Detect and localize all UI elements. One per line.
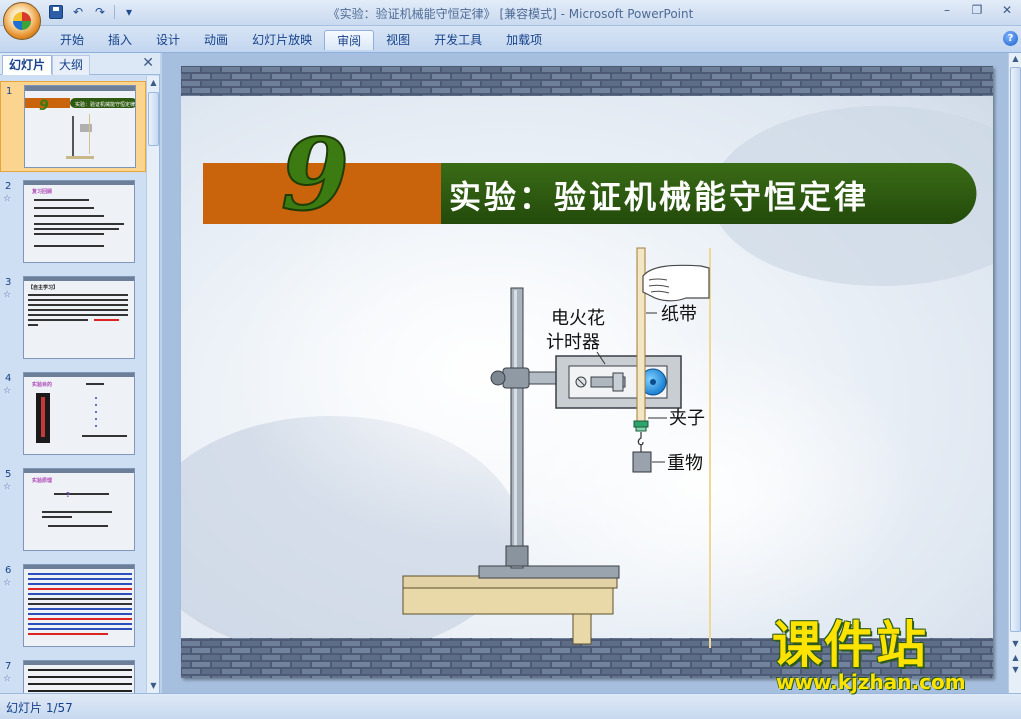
slide-thumbnail-6[interactable]: 6 ☆ xyxy=(0,561,146,652)
scroll-down-icon[interactable]: ▼ xyxy=(148,680,159,692)
slide-number: 4 xyxy=(5,373,12,384)
thumbnail-image: 9 实验：验证机械能守恒定律 xyxy=(24,85,136,168)
label-tape: 纸带 xyxy=(661,304,697,325)
slide-thumbnail-7[interactable]: 7 ☆ xyxy=(0,657,146,693)
close-pane-icon[interactable]: ✕ xyxy=(142,55,154,71)
slide-number: 6 xyxy=(5,565,12,576)
thumbnail-image xyxy=(23,660,135,693)
tab-design[interactable]: 设计 xyxy=(144,30,192,50)
office-button[interactable] xyxy=(3,2,41,40)
thumbnail-image: 实验原理 ? xyxy=(23,468,135,551)
hand xyxy=(642,264,710,302)
slide-number: 2 xyxy=(5,181,12,192)
office-logo-icon xyxy=(13,12,31,30)
svg-text:实验原理: 实验原理 xyxy=(32,477,52,484)
label-clip: 夹子 xyxy=(669,408,705,429)
label-timer-line2: 计时器 xyxy=(546,332,600,353)
scroll-thumb[interactable] xyxy=(1010,67,1021,632)
watermark: 课件站 www.kjzhan.com xyxy=(772,616,1008,694)
slide-thumbnail-5[interactable]: 5 ☆ 实验原理 ? xyxy=(0,465,146,556)
tab-animations[interactable]: 动画 xyxy=(192,30,240,50)
thumbnail-image: 【自主学习】 xyxy=(23,276,135,359)
ribbon-tabs: 开始 插入 设计 动画 幻灯片放映 审阅 视图 开发工具 加载项 xyxy=(48,30,554,50)
slide-editing-area: 9 实验：验证机械能守恒定律 电火花 计时器 纸带 夹子 重物 xyxy=(162,53,1008,693)
slide-thumbnail-2[interactable]: 2 ☆ 复习回顾 xyxy=(0,177,146,268)
tab-view[interactable]: 视图 xyxy=(374,30,422,50)
slide-title: 实验：验证机械能守恒定律 xyxy=(449,178,869,216)
svg-text:复习回顾: 复习回顾 xyxy=(31,188,52,195)
tab-developer[interactable]: 开发工具 xyxy=(422,30,494,50)
animation-star-icon: ☆ xyxy=(3,482,12,492)
slide-thumbnail-1[interactable]: 1 9 实验：验证机械能守恒定律 xyxy=(0,81,146,172)
help-icon[interactable]: ? xyxy=(1003,31,1018,46)
current-slide[interactable]: 9 实验：验证机械能守恒定律 电火花 计时器 纸带 夹子 重物 xyxy=(181,66,993,678)
previous-slide-icon[interactable]: ▲ xyxy=(1010,653,1021,662)
slide-number: 3 xyxy=(5,277,12,288)
slide-number: 7 xyxy=(5,661,12,672)
stand-base xyxy=(478,565,620,579)
next-slide-icon[interactable]: ▼ xyxy=(1010,665,1021,674)
scroll-down-icon[interactable]: ▼ xyxy=(1010,639,1021,648)
restore-button[interactable]: ❐ xyxy=(965,1,989,19)
animation-star-icon: ☆ xyxy=(3,674,12,684)
thumbnails-scrollbar[interactable]: ▲ ▼ xyxy=(146,76,159,693)
close-button[interactable]: ✕ xyxy=(995,1,1019,19)
slide-number-badge: 9 xyxy=(281,118,349,233)
tab-slides[interactable]: 幻灯片 xyxy=(2,55,53,75)
animation-star-icon: ☆ xyxy=(3,290,12,300)
slide-number: 5 xyxy=(5,469,12,480)
thumbnail-image: 复习回顾 xyxy=(23,180,135,263)
svg-text:?: ? xyxy=(66,491,70,499)
label-weight: 重物 xyxy=(667,453,703,474)
table-leg xyxy=(572,613,592,645)
svg-text:实验目的: 实验目的 xyxy=(32,381,52,388)
tab-review[interactable]: 审阅 xyxy=(324,30,375,50)
animation-star-icon: ☆ xyxy=(3,386,12,396)
animation-star-icon: ☆ xyxy=(3,194,12,204)
watermark-chinese: 课件站 xyxy=(772,616,928,674)
slide-counter: 幻灯片 1/57 xyxy=(6,701,73,715)
slides-pane: 幻灯片 大纲 ✕ 1 9 实验：验证机械能守恒定律 2 ☆ 复习回顾 3 ☆ 【… xyxy=(0,53,160,693)
scroll-up-icon[interactable]: ▲ xyxy=(148,77,159,89)
slide-thumbnail-3[interactable]: 3 ☆ 【自主学习】 xyxy=(0,273,146,364)
status-bar: 幻灯片 1/57 xyxy=(0,693,1021,719)
tab-insert[interactable]: 插入 xyxy=(96,30,144,50)
thumbnail-image xyxy=(23,564,135,647)
pane-tabs: 幻灯片 大纲 ✕ xyxy=(0,53,160,75)
minimize-button[interactable]: – xyxy=(935,1,959,19)
title-bar: ↶ ↷ ▾ 《实验：验证机械能守恒定律》 [兼容模式] - Microsoft … xyxy=(0,0,1021,40)
clip xyxy=(633,420,649,428)
window-controls: – ❐ ✕ xyxy=(935,1,1019,19)
slide-number: 1 xyxy=(6,86,13,97)
svg-text:实验：验证机械能守恒定律: 实验：验证机械能守恒定律 xyxy=(75,101,135,108)
scroll-thumb[interactable] xyxy=(148,92,159,146)
slide-scrollbar[interactable]: ▲ ▼ ▲ ▼ xyxy=(1008,53,1021,693)
weight xyxy=(632,451,652,473)
animation-star-icon: ☆ xyxy=(3,578,12,588)
watermark-url: www.kjzhan.com xyxy=(776,670,966,694)
ribbon-tabs-bar: 开始 插入 设计 动画 幻灯片放映 审阅 视图 开发工具 加载项 ? xyxy=(0,26,1021,53)
slide-thumbnails: 1 9 实验：验证机械能守恒定律 2 ☆ 复习回顾 3 ☆ 【自主学习】 4 ☆… xyxy=(0,76,146,693)
tab-home[interactable]: 开始 xyxy=(48,30,96,50)
scroll-up-icon[interactable]: ▲ xyxy=(1010,54,1021,63)
slide-thumbnail-4[interactable]: 4 ☆ 实验目的 xyxy=(0,369,146,460)
svg-text:【自主学习】: 【自主学习】 xyxy=(28,284,58,291)
slide-artwork: 9 实验：验证机械能守恒定律 电火花 计时器 纸带 夹子 重物 xyxy=(181,66,993,678)
tab-outline[interactable]: 大纲 xyxy=(52,55,91,75)
label-timer-line1: 电火花 xyxy=(551,308,605,329)
thumbnail-image: 实验目的 xyxy=(23,372,135,455)
tab-add-ins[interactable]: 加载项 xyxy=(494,30,554,50)
tab-slide-show[interactable]: 幻灯片放映 xyxy=(240,30,324,50)
window-title: 《实验：验证机械能守恒定律》 [兼容模式] - Microsoft PowerP… xyxy=(327,7,694,21)
svg-text:9: 9 xyxy=(39,98,49,114)
